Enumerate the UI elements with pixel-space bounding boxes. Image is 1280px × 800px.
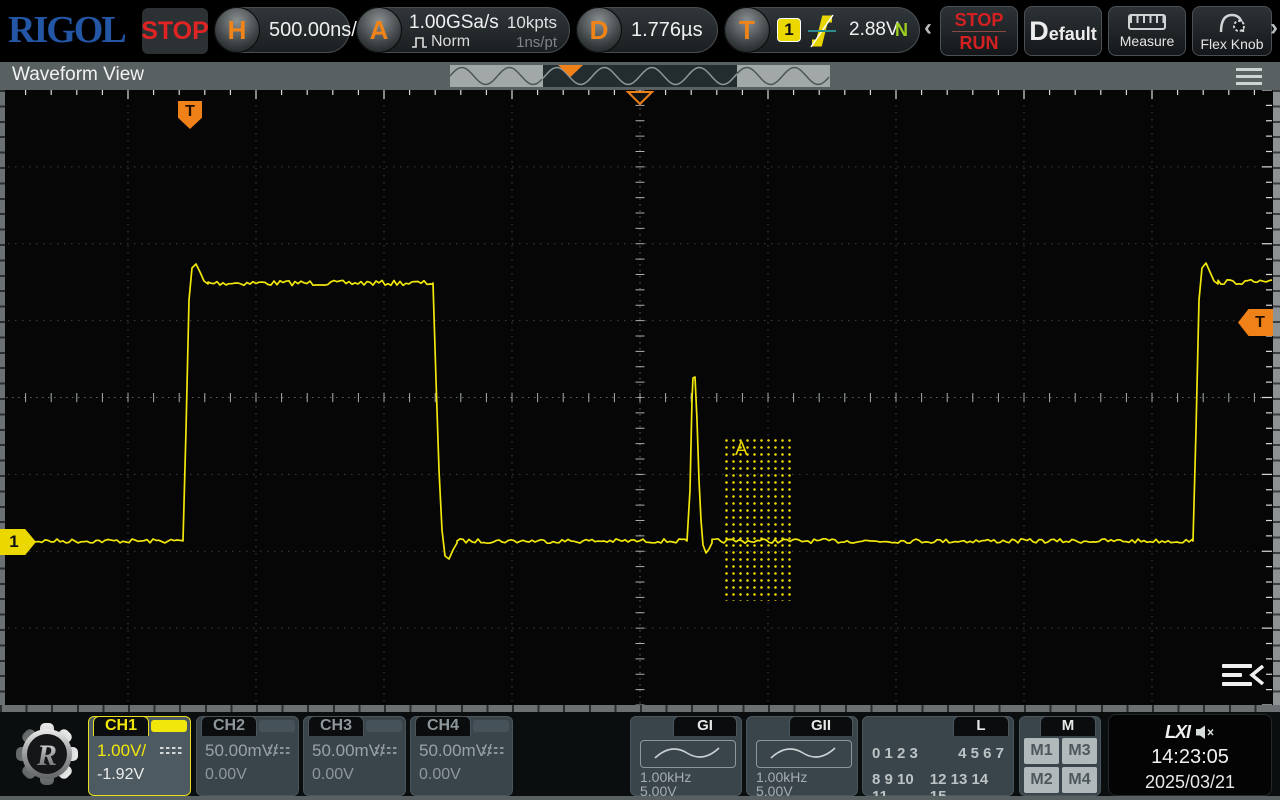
math-m3-button[interactable]: M3: [1062, 738, 1097, 764]
ch4-card[interactable]: CH4 50.00mV/ 0.00V: [410, 716, 513, 796]
delay-value: 1.776µs: [631, 8, 703, 52]
rising-edge-icon: [807, 12, 837, 50]
flex-knob-label: Flex Knob: [1200, 36, 1263, 52]
ch1-tab: CH1: [93, 716, 149, 736]
waveform-view-tab[interactable]: Waveform View: [12, 64, 144, 86]
gen2-tab: GII: [789, 716, 853, 736]
ch2-offset: 0.00V: [205, 766, 247, 784]
lxi-logo: LXI: [1165, 722, 1190, 743]
math-m4-button[interactable]: M4: [1062, 767, 1097, 793]
logic-group-0-3: 0 1 2 3: [872, 745, 918, 762]
delay-pill[interactable]: D 1.776µs: [576, 7, 718, 53]
trigger-pill[interactable]: T 1 2.88V N: [724, 7, 920, 53]
measure-button[interactable]: Measure: [1108, 6, 1186, 56]
measure-label: Measure: [1120, 33, 1174, 49]
sample-rate: 1.00GSa/s: [409, 12, 499, 34]
acquire-mode: Norm: [431, 33, 470, 51]
right-scrollbar-rail[interactable]: [1273, 90, 1280, 705]
logic-group-4-7: 4 5 6 7: [958, 745, 1004, 762]
ch4-tab: CH4: [415, 716, 471, 736]
tab-menu-icon[interactable]: [1236, 68, 1262, 89]
ch2-scale: 50.00mV/: [205, 741, 278, 761]
ch1-scale: 1.00V/: [97, 741, 146, 761]
trigger-knob-icon[interactable]: T: [724, 7, 770, 53]
dc-coupling-icon: [375, 747, 397, 757]
math-m1-button[interactable]: M1: [1024, 738, 1059, 764]
logic-channels-card[interactable]: L 0 1 2 3 4 5 6 7 8 9 10 11 12 13 14 15: [862, 716, 1014, 796]
ruler-icon: [1128, 14, 1166, 30]
acquisition-minimap[interactable]: [450, 65, 830, 87]
clock-date: 2025/03/21: [1109, 772, 1271, 793]
svg-text:R: R: [36, 739, 57, 772]
math-card[interactable]: M M1 M3 M2 M4: [1019, 716, 1101, 796]
knob-icon: [1215, 11, 1249, 33]
bottom-bezel-strip: [0, 796, 1280, 800]
gen1-tab: GI: [673, 716, 737, 736]
delay-knob-icon[interactable]: D: [576, 7, 622, 53]
speaker-muted-icon: [1195, 725, 1215, 740]
acquisition-pill[interactable]: A 1.00GSa/s 10kpts Norm 1ns/pt: [356, 7, 570, 53]
chevron-left-icon[interactable]: ‹: [924, 14, 932, 42]
chevron-right-icon[interactable]: ›: [1270, 14, 1278, 42]
view-tab-bar: Waveform View: [0, 62, 1280, 90]
dc-coupling-icon: [268, 747, 290, 757]
ch1-card[interactable]: CH1 1.00V/ -1.92V: [88, 716, 191, 796]
rigol-gear-logo[interactable]: R: [10, 715, 84, 793]
ch2-card[interactable]: CH2 50.00mV/ 0.00V: [196, 716, 299, 796]
horizontal-knob-icon[interactable]: H: [214, 7, 260, 53]
trigger-level-value: 2.88V: [849, 8, 899, 52]
logic-tab: L: [953, 716, 1009, 736]
pulse-icon: [411, 35, 429, 49]
horizontal-scale-value: 500.00ns/: [269, 8, 357, 52]
ch3-card[interactable]: CH3 50.00mV/ 0.00V: [303, 716, 406, 796]
rigol-logo: RIGOL: [8, 8, 125, 52]
math-tab: M: [1040, 716, 1096, 736]
left-ruler-rail: [0, 90, 5, 705]
clock-panel[interactable]: LXI 14:23:05 2025/03/21: [1108, 714, 1272, 796]
math-m2-button[interactable]: M2: [1024, 767, 1059, 793]
trigger-sweep-mode: N: [895, 8, 908, 52]
ch4-offset: 0.00V: [419, 766, 461, 784]
oscilloscope-screen: RIGOL STOP H 500.00ns/ A 1.00GSa/s 10kpt…: [0, 0, 1280, 800]
dc-coupling-icon: [160, 747, 182, 757]
ch4-scale: 50.00mV/: [419, 741, 492, 761]
clock-time: 14:23:05: [1109, 746, 1271, 769]
chevron-left-glyph: [1249, 665, 1265, 685]
top-status-bar: RIGOL STOP H 500.00ns/ A 1.00GSa/s 10kpt…: [0, 0, 1280, 62]
trigger-source-badge: 1: [777, 18, 801, 42]
ch3-scale: 50.00mV/: [312, 741, 385, 761]
ch1-offset: -1.92V: [97, 766, 144, 784]
default-label: Default: [1029, 16, 1097, 47]
menu-collapse-icon[interactable]: [1222, 664, 1266, 690]
ch1-active-strip: [151, 720, 187, 732]
gen1-card[interactable]: GI 1.00kHz 5.00V: [630, 716, 742, 796]
ch2-tab: CH2: [201, 716, 257, 736]
sine-wave-icon: [756, 740, 852, 768]
sine-wave-icon: [640, 740, 736, 768]
run-label: RUN: [960, 33, 999, 53]
memory-depth: 10kpts: [507, 13, 557, 33]
ch3-offset: 0.00V: [312, 766, 354, 784]
default-button[interactable]: Default: [1024, 6, 1102, 56]
divider: [952, 31, 1006, 32]
gen2-card[interactable]: GII 1.00kHz 5.00V: [746, 716, 858, 796]
sample-resolution: 1ns/pt: [516, 34, 557, 51]
stop-label: STOP: [955, 10, 1004, 30]
flex-knob-button[interactable]: Flex Knob: [1192, 6, 1272, 56]
bottom-status-bar: R CH1 1.00V/ -1.92V CH2 50.00mV/ 0.00V C…: [0, 712, 1280, 796]
stop-run-button[interactable]: STOP RUN: [940, 6, 1018, 56]
waveform-plot: [0, 90, 1280, 705]
bottom-ruler-rail: [0, 705, 1280, 712]
ch3-tab: CH3: [308, 716, 364, 736]
acquire-knob-icon[interactable]: A: [356, 7, 402, 53]
horizontal-scale-pill[interactable]: H 500.00ns/: [214, 7, 350, 53]
run-state-badge: STOP: [142, 8, 208, 54]
dc-coupling-icon: [482, 747, 504, 757]
